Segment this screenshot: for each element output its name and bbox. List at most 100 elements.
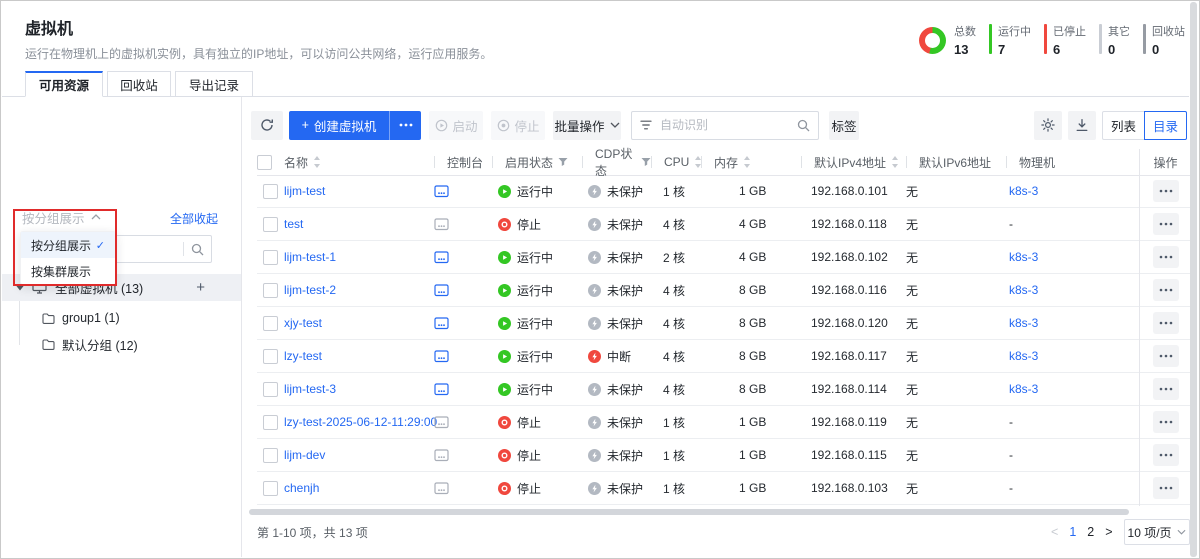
caret-down-icon[interactable] — [16, 285, 24, 291]
row-actions-button[interactable] — [1153, 477, 1179, 499]
sort-icon[interactable] — [891, 156, 899, 168]
horizontal-scrollbar[interactable] — [249, 509, 1129, 515]
select-all-checkbox[interactable] — [257, 155, 272, 170]
page-size-select[interactable]: 10 项/页 — [1124, 519, 1190, 545]
batch-operations-button[interactable]: 批量操作 — [553, 111, 621, 140]
filter-funnel-icon[interactable] — [641, 157, 651, 167]
view-catalog-button[interactable]: 目录 — [1144, 111, 1187, 140]
column-header[interactable]: 物理机 — [1006, 149, 1139, 175]
row-actions-button[interactable] — [1153, 444, 1179, 466]
host-link[interactable]: k8s-3 — [1009, 250, 1038, 264]
column-header[interactable]: 操作 — [1139, 149, 1191, 175]
filter-lines-icon[interactable] — [640, 120, 652, 130]
vm-name-link[interactable]: lijm-test-3 — [284, 382, 336, 396]
row-checkbox[interactable] — [263, 448, 278, 463]
export-button[interactable] — [1068, 111, 1096, 140]
vm-name-link[interactable]: lijm-dev — [284, 448, 325, 462]
column-header[interactable]: 内存 — [701, 149, 801, 175]
menu-item-by-group[interactable]: 按分组展示 ✓ — [21, 232, 115, 258]
column-header[interactable]: 默认IPv4地址 — [801, 149, 906, 175]
row-checkbox[interactable] — [263, 283, 278, 298]
row-checkbox[interactable] — [263, 349, 278, 364]
console-icon[interactable] — [434, 482, 449, 495]
host-link[interactable]: - — [1009, 481, 1013, 495]
console-icon[interactable] — [434, 350, 449, 363]
row-checkbox[interactable] — [263, 481, 278, 496]
vm-name-link[interactable]: lzy-test — [284, 349, 322, 363]
search-icon[interactable] — [191, 243, 204, 256]
host-link[interactable]: k8s-3 — [1009, 184, 1038, 198]
page-button-2[interactable]: 2 — [1087, 525, 1094, 539]
row-checkbox[interactable] — [263, 415, 278, 430]
row-checkbox[interactable] — [263, 184, 278, 199]
host-link[interactable]: k8s-3 — [1009, 349, 1038, 363]
vertical-scrollbar[interactable] — [1190, 2, 1197, 557]
vm-name-link[interactable]: lijm-test-1 — [284, 250, 336, 264]
host-link[interactable]: - — [1009, 217, 1013, 231]
menu-item-by-cluster[interactable]: 按集群展示 — [21, 258, 115, 284]
vm-name-link[interactable]: xjy-test — [284, 316, 322, 330]
tab[interactable]: 可用资源 — [25, 71, 103, 97]
host-link[interactable]: k8s-3 — [1009, 316, 1038, 330]
column-settings-button[interactable] — [1034, 111, 1062, 140]
start-vm-button[interactable]: 启动 — [429, 111, 483, 140]
console-icon[interactable] — [434, 218, 449, 231]
tree-item-folder[interactable]: group1 (1) — [2, 305, 241, 331]
vm-name-link[interactable]: lzy-test-2025-06-12-11:29:00 — [284, 415, 437, 429]
collapse-all-link[interactable]: 全部收起 — [170, 210, 218, 227]
tab[interactable]: 导出记录 — [175, 71, 253, 97]
vm-name-link[interactable]: lijm-test-2 — [284, 283, 336, 297]
column-header[interactable]: 启用状态 — [492, 149, 582, 175]
column-header[interactable]: 控制台 — [434, 149, 492, 175]
table-search-input[interactable] — [658, 117, 791, 133]
create-vm-more-button[interactable] — [389, 111, 421, 140]
column-header[interactable]: CDP状态 — [582, 149, 651, 175]
tree-item-folder[interactable]: 默认分组 (12) — [2, 331, 241, 357]
console-icon[interactable] — [434, 416, 449, 429]
row-actions-button[interactable] — [1153, 279, 1179, 301]
row-actions-button[interactable] — [1153, 345, 1179, 367]
tag-button[interactable]: 标签 — [829, 111, 859, 140]
sort-icon[interactable] — [743, 156, 751, 168]
search-icon[interactable] — [797, 119, 810, 132]
row-checkbox[interactable] — [263, 217, 278, 232]
vm-name-link[interactable]: lijm-test — [284, 184, 325, 198]
view-list-button[interactable]: 列表 — [1102, 111, 1145, 140]
group-display-selector[interactable]: 按分组展示 — [22, 208, 101, 226]
add-group-button[interactable]: + — [196, 280, 205, 295]
row-actions-button[interactable] — [1153, 213, 1179, 235]
row-actions-button[interactable] — [1153, 378, 1179, 400]
sort-icon[interactable] — [313, 156, 321, 168]
column-header[interactable]: CPU — [651, 149, 701, 175]
filter-funnel-icon[interactable] — [558, 157, 568, 167]
column-header[interactable]: 默认IPv6地址 — [906, 149, 1006, 175]
row-checkbox[interactable] — [263, 250, 278, 265]
row-checkbox[interactable] — [263, 382, 278, 397]
prev-page-button[interactable]: < — [1051, 525, 1058, 539]
vm-name-link[interactable]: test — [284, 217, 303, 231]
row-actions-button[interactable] — [1153, 246, 1179, 268]
console-icon[interactable] — [434, 185, 449, 198]
console-icon[interactable] — [434, 284, 449, 297]
console-icon[interactable] — [434, 251, 449, 264]
row-actions-button[interactable] — [1153, 180, 1179, 202]
row-actions-button[interactable] — [1153, 411, 1179, 433]
host-link[interactable]: - — [1009, 448, 1013, 462]
console-icon[interactable] — [434, 317, 449, 330]
row-checkbox[interactable] — [263, 316, 278, 331]
vm-name-link[interactable]: chenjh — [284, 481, 319, 495]
host-link[interactable]: - — [1009, 415, 1013, 429]
console-icon[interactable] — [434, 449, 449, 462]
host-link[interactable]: k8s-3 — [1009, 382, 1038, 396]
memory-cell: 1 GB — [701, 175, 801, 208]
stop-vm-button[interactable]: 停止 — [491, 111, 545, 140]
host-link[interactable]: k8s-3 — [1009, 283, 1038, 297]
row-actions-button[interactable] — [1153, 312, 1179, 334]
refresh-button[interactable] — [251, 111, 283, 140]
tab[interactable]: 回收站 — [107, 71, 171, 97]
page-button-1[interactable]: 1 — [1069, 525, 1076, 539]
console-icon[interactable] — [434, 383, 449, 396]
create-vm-button[interactable]: + 创建虚拟机 — [289, 111, 389, 140]
column-header[interactable]: 名称 — [284, 149, 434, 175]
next-page-button[interactable]: > — [1105, 525, 1112, 539]
